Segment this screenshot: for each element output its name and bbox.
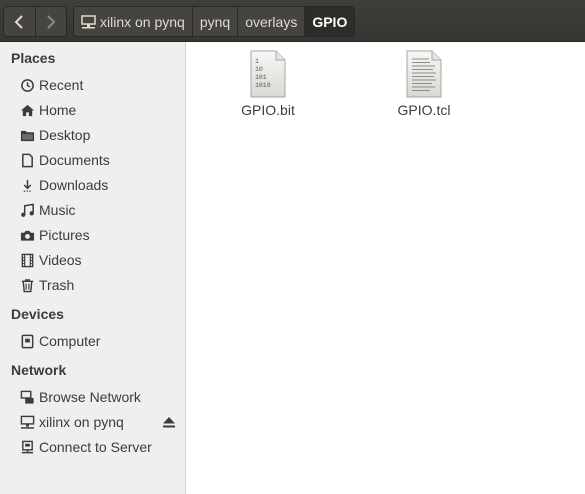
file-view: 1 10 101 1010 GPIO.bit GPIO.tcl [186, 42, 585, 494]
file-name: GPIO.bit [241, 102, 295, 118]
sidebar-item-label: Downloads [39, 177, 109, 193]
home-icon [19, 102, 35, 118]
sidebar-item-label: Pictures [39, 227, 90, 243]
network-icon [19, 389, 35, 405]
computer-icon [19, 333, 35, 349]
document-icon [19, 152, 35, 168]
breadcrumb-label: GPIO [312, 13, 348, 30]
breadcrumb-label: overlays [245, 13, 298, 30]
trash-icon [19, 277, 35, 293]
text-file-icon [406, 50, 442, 98]
sidebar-item-label: Connect to Server [39, 439, 152, 455]
sidebar-item-label: Documents [39, 152, 110, 168]
server-icon [19, 439, 35, 455]
sidebar-item-label: Browse Network [39, 389, 141, 405]
sidebar-item-label: Videos [39, 252, 82, 268]
file-gpio-tcl[interactable]: GPIO.tcl [379, 50, 469, 118]
music-icon [19, 202, 35, 218]
breadcrumb-overlays[interactable]: overlays [238, 7, 306, 36]
header-bar: xilinx on pynq pynq overlays GPIO [0, 0, 585, 42]
sidebar-item-xilinx-on-pynq[interactable]: xilinx on pynq [0, 410, 185, 435]
binary-line: 1 [255, 58, 259, 65]
binary-line: 10 [255, 66, 263, 73]
chevron-right-icon [47, 14, 56, 29]
breadcrumb-xilinx-on-pynq[interactable]: xilinx on pynq [74, 7, 193, 36]
network-heading: Network [11, 362, 67, 378]
sidebar-item-computer[interactable]: Computer [0, 329, 185, 354]
network-drive-icon [19, 414, 35, 430]
download-icon [19, 177, 35, 193]
sidebar-item-home[interactable]: Home [0, 98, 185, 123]
sidebar-item-label: Trash [39, 277, 75, 293]
chevron-left-icon [14, 14, 23, 29]
sidebar-item-connect-to-server[interactable]: Connect to Server [0, 435, 185, 460]
binary-line: 1010 [255, 82, 271, 89]
sidebar-item-label: Desktop [39, 127, 91, 143]
sidebar-item-pictures[interactable]: Pictures [0, 223, 185, 248]
camera-icon [19, 227, 35, 243]
binary-line: 101 [255, 74, 267, 81]
sidebar-item-label: Recent [39, 77, 84, 93]
sidebar-item-label: Music [39, 202, 76, 218]
sidebar-item-browse-network[interactable]: Browse Network [0, 385, 185, 410]
network-drive-icon [81, 14, 96, 28]
sidebar-item-music[interactable]: Music [0, 198, 185, 223]
breadcrumb-gpio[interactable]: GPIO [305, 7, 355, 36]
breadcrumb-label: pynq [199, 13, 231, 30]
devices-heading: Devices [11, 306, 64, 322]
sidebar: Places Recent Home Desktop Documents Dow… [0, 42, 186, 494]
sidebar-item-documents[interactable]: Documents [0, 148, 185, 173]
file-gpio-bit[interactable]: 1 10 101 1010 GPIO.bit [223, 50, 313, 118]
binary-file-icon: 1 10 101 1010 [250, 50, 286, 98]
eject-icon[interactable] [162, 415, 176, 429]
navigation-buttons [3, 6, 67, 37]
folder-icon [19, 127, 35, 143]
sidebar-item-label: Computer [39, 333, 101, 349]
places-heading: Places [11, 50, 56, 66]
breadcrumb-pynq[interactable]: pynq [193, 7, 239, 36]
sidebar-item-trash[interactable]: Trash [0, 273, 185, 298]
sidebar-item-videos[interactable]: Videos [0, 248, 185, 273]
sidebar-item-label: Home [39, 102, 77, 118]
breadcrumb-label: xilinx on pynq [100, 13, 185, 30]
sidebar-item-label: xilinx on pynq [39, 414, 124, 430]
clock-icon [19, 77, 35, 93]
file-name: GPIO.tcl [397, 102, 451, 118]
back-button[interactable] [4, 7, 35, 36]
sidebar-item-desktop[interactable]: Desktop [0, 123, 185, 148]
sidebar-item-downloads[interactable]: Downloads [0, 173, 185, 198]
forward-button[interactable] [34, 7, 67, 36]
sidebar-item-recent[interactable]: Recent [0, 73, 185, 98]
breadcrumb: xilinx on pynq pynq overlays GPIO [73, 6, 356, 37]
film-icon [19, 252, 35, 268]
